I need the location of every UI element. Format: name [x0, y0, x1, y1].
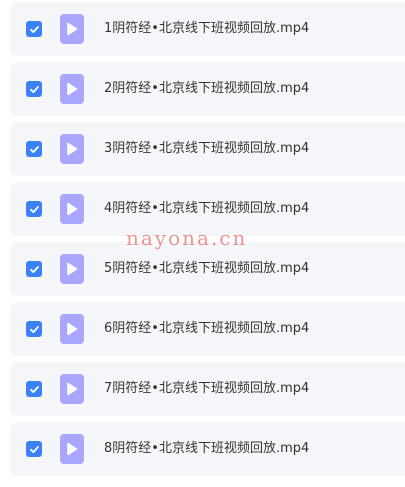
check-icon: [29, 445, 39, 453]
file-name: 8阴符经•北京线下班视频回放.mp4: [104, 441, 310, 456]
video-file-icon: [60, 134, 84, 164]
file-list: 1阴符经•北京线下班视频回放.mp4 2阴符经•北京线下班视频回放.mp4 3阴…: [0, 0, 405, 487]
file-row[interactable]: 1阴符经•北京线下班视频回放.mp4: [10, 2, 405, 56]
file-checkbox[interactable]: [26, 321, 42, 337]
check-icon: [29, 325, 39, 333]
file-name: 2阴符经•北京线下班视频回放.mp4: [104, 81, 310, 96]
check-icon: [29, 385, 39, 393]
file-row[interactable]: 4阴符经•北京线下班视频回放.mp4: [10, 182, 405, 236]
file-name: 3阴符经•北京线下班视频回放.mp4: [104, 141, 310, 156]
check-icon: [29, 205, 39, 213]
video-file-icon: [60, 374, 84, 404]
file-row[interactable]: 7阴符经•北京线下班视频回放.mp4: [10, 362, 405, 416]
check-icon: [29, 265, 39, 273]
video-file-icon: [60, 314, 84, 344]
check-icon: [29, 85, 39, 93]
file-row[interactable]: 8阴符经•北京线下班视频回放.mp4: [10, 422, 405, 476]
file-checkbox[interactable]: [26, 201, 42, 217]
video-file-icon: [60, 434, 84, 464]
check-icon: [29, 145, 39, 153]
file-checkbox[interactable]: [26, 441, 42, 457]
video-file-icon: [60, 74, 84, 104]
file-row[interactable]: 3阴符经•北京线下班视频回放.mp4: [10, 122, 405, 176]
file-checkbox[interactable]: [26, 81, 42, 97]
file-name: 4阴符经•北京线下班视频回放.mp4: [104, 201, 310, 216]
file-checkbox[interactable]: [26, 21, 42, 37]
file-name: 1阴符经•北京线下班视频回放.mp4: [104, 21, 310, 36]
file-checkbox[interactable]: [26, 141, 42, 157]
file-name: 7阴符经•北京线下班视频回放.mp4: [104, 381, 310, 396]
file-row[interactable]: 5阴符经•北京线下班视频回放.mp4: [10, 242, 405, 296]
file-checkbox[interactable]: [26, 261, 42, 277]
check-icon: [29, 25, 39, 33]
file-name: 5阴符经•北京线下班视频回放.mp4: [104, 261, 310, 276]
file-row[interactable]: 6阴符经•北京线下班视频回放.mp4: [10, 302, 405, 356]
video-file-icon: [60, 194, 84, 224]
file-name: 6阴符经•北京线下班视频回放.mp4: [104, 321, 310, 336]
file-row[interactable]: 2阴符经•北京线下班视频回放.mp4: [10, 62, 405, 116]
video-file-icon: [60, 254, 84, 284]
file-checkbox[interactable]: [26, 381, 42, 397]
video-file-icon: [60, 14, 84, 44]
